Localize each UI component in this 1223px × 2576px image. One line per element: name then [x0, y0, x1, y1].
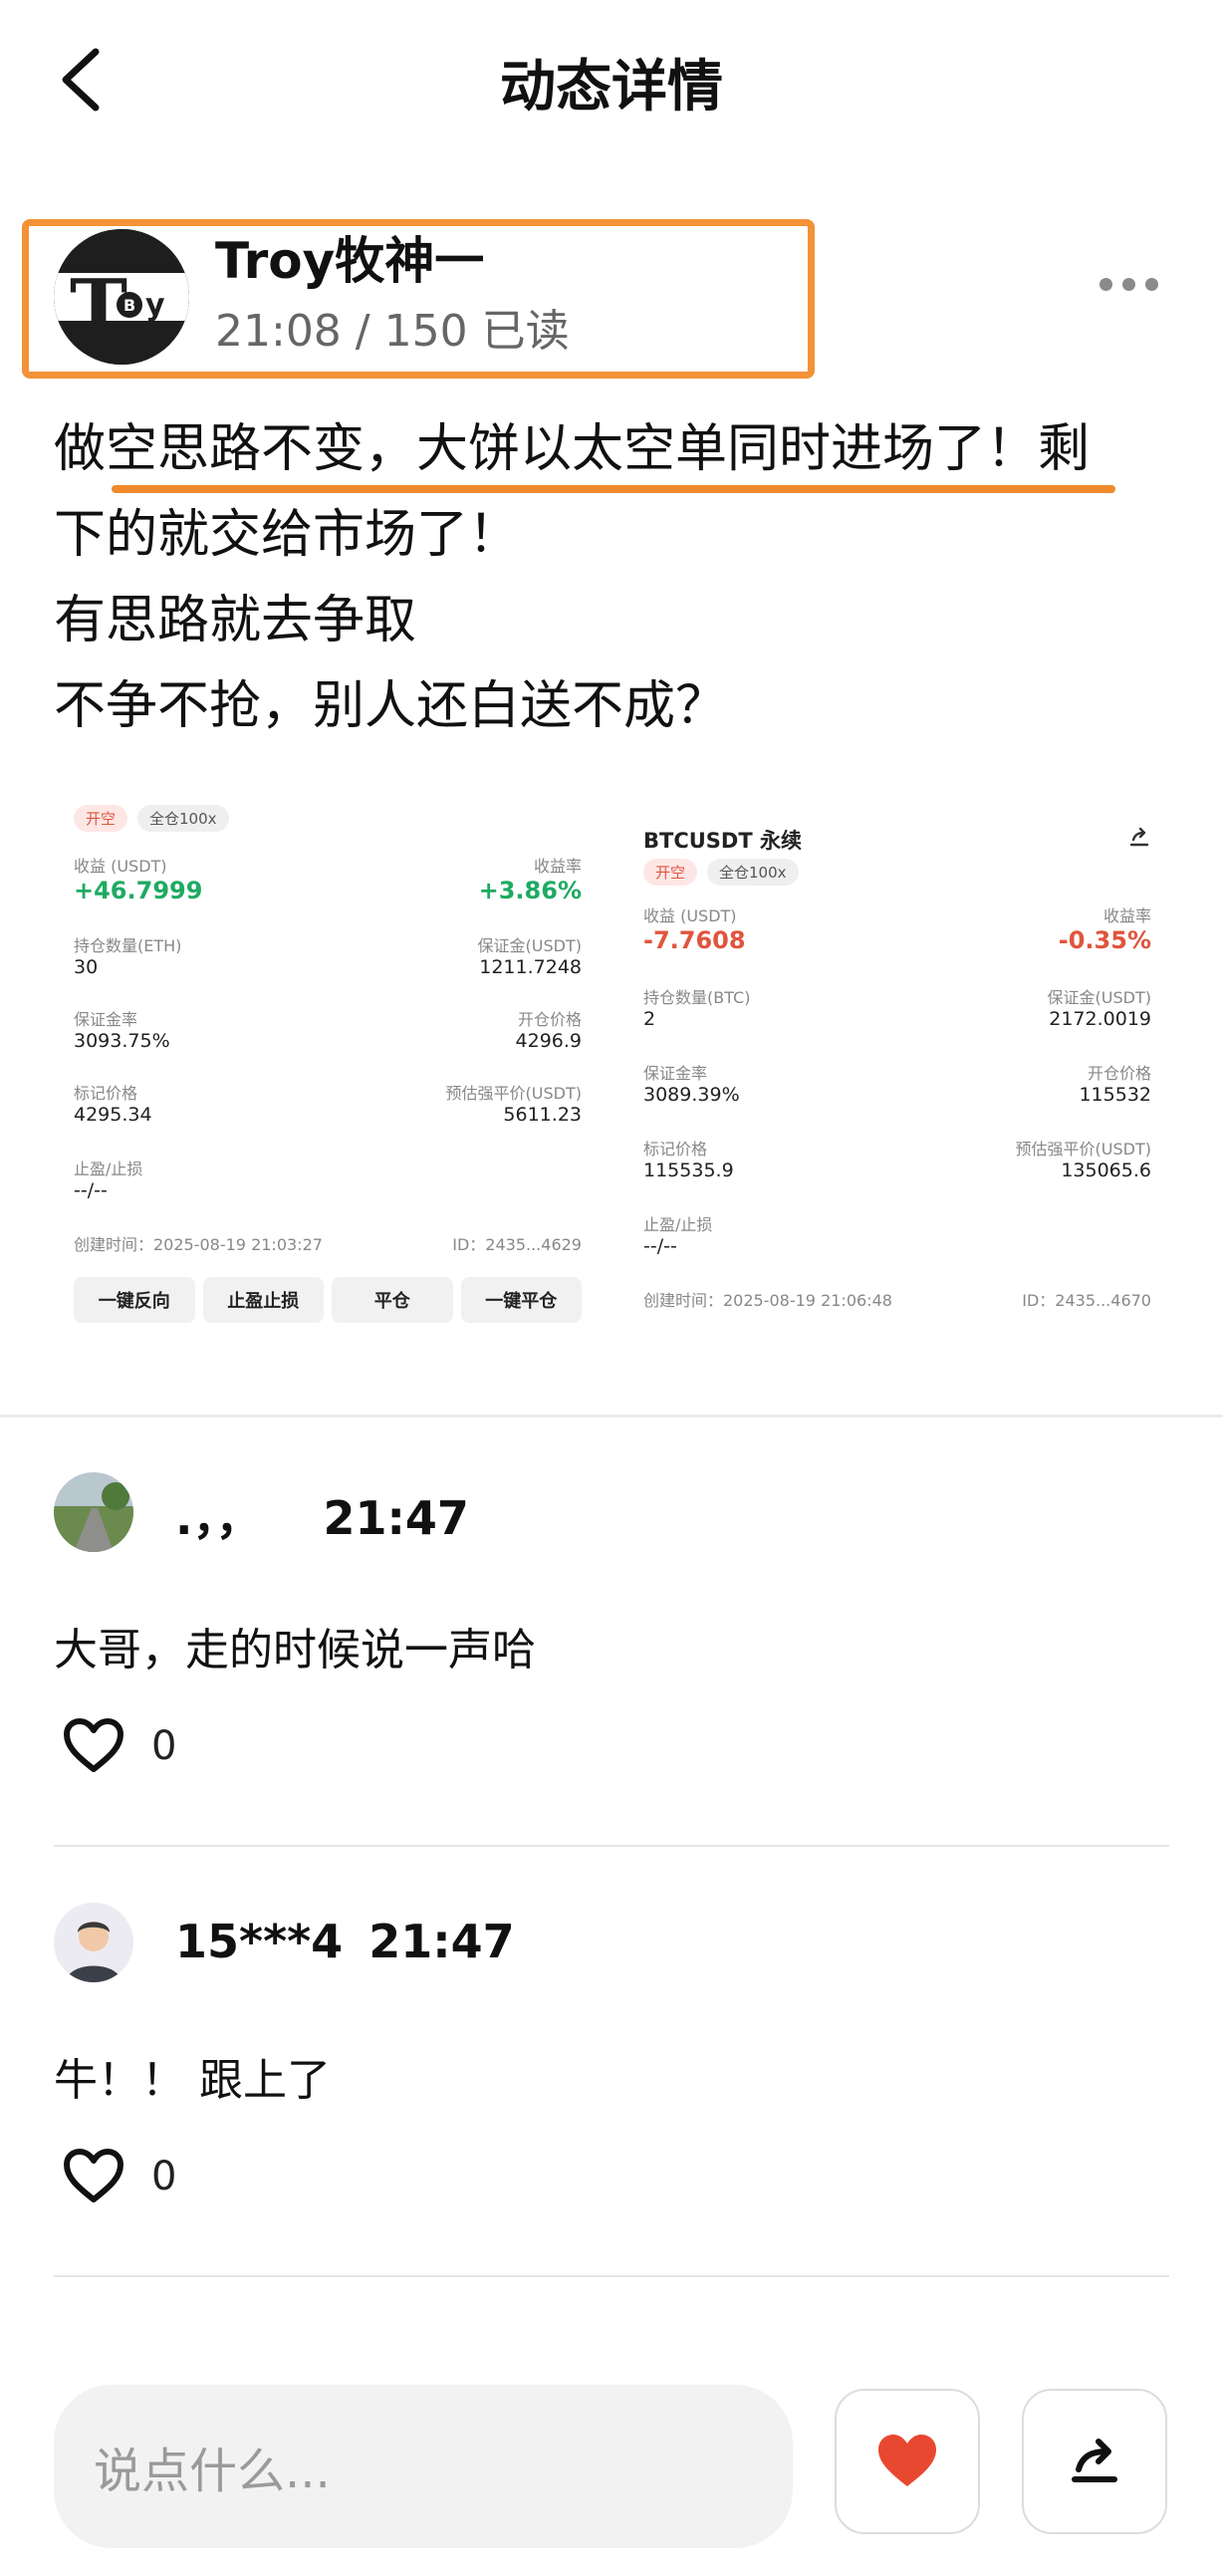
heart-outline-icon [64, 2149, 123, 2202]
open-price-value: 4296.9 [515, 1030, 582, 1052]
comment-input[interactable]: 说点什么... [54, 2385, 793, 2548]
liq-price-value: 135065.6 [1061, 1159, 1151, 1181]
roi-value: -0.35% [1058, 926, 1151, 954]
margin-value: 1211.7248 [479, 956, 582, 978]
margin-label: 保证金(USDT) [1047, 988, 1151, 1007]
qty-label: 持仓数量(ETH) [74, 936, 182, 955]
post-meta: 21:08 / 150 已读 [215, 306, 570, 357]
comment-like-button[interactable]: 0 [62, 2148, 176, 2205]
roi-label: 收益率 [1102, 906, 1151, 925]
tpsl-label: 止盈/止损 [643, 1215, 713, 1234]
comment-author-name: .，， [175, 1491, 262, 1545]
like-count: 0 [151, 2154, 177, 2199]
tpsl-label: 止盈/止损 [74, 1159, 143, 1178]
share-post-button[interactable] [1022, 2389, 1167, 2534]
pnl-label: 收益 (USDT) [643, 906, 737, 925]
share-icon [1072, 2439, 1117, 2482]
liq-price-value: 5611.23 [503, 1104, 582, 1126]
svg-text:B: B [123, 296, 135, 315]
roi-value: +3.86% [478, 877, 582, 904]
position-screenshot-btc[interactable]: BTCUSDT 永续 开空 全仓100x 收益 (USDT) -7.7608 收… [623, 785, 1171, 1343]
mark-price-value: 115535.9 [643, 1159, 734, 1181]
heart-filled-icon [878, 2435, 936, 2486]
heart-outline-icon [64, 1718, 123, 1772]
post-line: 不争不抢，别人还白送不成？ [54, 676, 728, 736]
comment-divider [54, 1845, 1169, 1847]
author-avatar[interactable]: T B y [54, 229, 189, 365]
created-time: 创建时间：2025-08-19 21:06:48 [643, 1291, 892, 1310]
mark-price-value: 4295.34 [74, 1104, 152, 1126]
comment-time: 21:47 [368, 1915, 515, 1968]
close-position-button[interactable]: 平仓 [332, 1277, 453, 1323]
position-id: ID：2435...4670 [1022, 1291, 1151, 1310]
qty-value: 2 [643, 1008, 656, 1030]
open-price-label: 开仓价格 [1087, 1064, 1151, 1083]
tpsl-value: --/-- [643, 1235, 677, 1257]
comment-author-name: 15***4 [175, 1915, 344, 1968]
position-screenshot-eth[interactable]: 开空 全仓100x 收益 (USDT) +46.7999 收益率 +3.86% … [54, 785, 602, 1343]
position-id: ID：2435...4629 [452, 1235, 582, 1254]
troy-logo-icon: T B y [54, 229, 189, 365]
roi-label: 收益率 [533, 857, 582, 876]
liq-price-label: 预估强平价(USDT) [445, 1084, 582, 1103]
tpsl-button[interactable]: 止盈止损 [202, 1277, 324, 1323]
road-photo-avatar [54, 1472, 133, 1552]
comment-avatar[interactable] [54, 1903, 133, 1982]
margin-label: 保证金(USDT) [477, 936, 582, 955]
comment-text: 牛！！ 跟上了 [54, 2055, 331, 2106]
pnl-value: -7.7608 [643, 926, 746, 954]
post-content: 做空思路不变，大饼以太空单同时进场了！剩 下的就交给市场了！ 有思路就去争取 不… [54, 406, 1179, 749]
more-options-button[interactable] [1100, 269, 1171, 299]
comment-text: 大哥，走的时候说一声哈 [54, 1625, 536, 1675]
ratio-label: 保证金率 [643, 1064, 708, 1083]
margin-value: 2172.0019 [1049, 1008, 1151, 1030]
ratio-value: 3093.75% [74, 1030, 170, 1052]
open-price-value: 115532 [1079, 1084, 1151, 1106]
reverse-button[interactable]: 一键反向 [74, 1277, 195, 1323]
mark-price-label: 标记价格 [643, 1140, 708, 1159]
comment-time: 21:47 [323, 1491, 469, 1545]
dot-icon [1122, 277, 1135, 291]
close-all-button[interactable]: 一键平仓 [460, 1277, 582, 1323]
section-divider [0, 1415, 1223, 1417]
open-price-label: 开仓价格 [517, 1010, 582, 1029]
mark-price-label: 标记价格 [74, 1084, 138, 1103]
qty-value: 30 [74, 956, 99, 978]
comment-author[interactable]: 15***4 21:47 [175, 1915, 515, 1968]
liq-price-label: 预估强平价(USDT) [1015, 1140, 1151, 1159]
tag-leverage: 全仓100x [707, 859, 799, 886]
comment-input-placeholder: 说点什么... [94, 2444, 331, 2499]
tag-leverage: 全仓100x [137, 805, 229, 832]
qty-label: 持仓数量(BTC) [643, 988, 751, 1007]
dot-icon [1100, 277, 1112, 291]
post-line: 有思路就去争取 [54, 591, 417, 650]
pnl-value: +46.7999 [74, 877, 203, 904]
comment-author[interactable]: .，， 21:47 [175, 1482, 469, 1548]
comment-avatar[interactable] [54, 1472, 133, 1552]
dot-icon [1145, 277, 1158, 291]
comment-like-button[interactable]: 0 [62, 1717, 176, 1775]
share-icon [1129, 827, 1149, 847]
comment-divider [54, 2275, 1169, 2277]
underline-annotation [112, 485, 1115, 493]
created-time: 创建时间：2025-08-19 21:03:27 [74, 1235, 323, 1254]
tpsl-value: --/-- [74, 1179, 108, 1201]
like-count: 0 [151, 1723, 177, 1769]
person-avatar [54, 1903, 133, 1982]
svg-text:y: y [145, 288, 165, 323]
tag-open-short: 开空 [74, 805, 128, 832]
post-line: 下的就交给市场了！ [54, 505, 521, 565]
ratio-label: 保证金率 [74, 1010, 138, 1029]
ratio-value: 3089.39% [643, 1084, 740, 1106]
author-name[interactable]: Troy牧神一 [215, 221, 484, 293]
page-title: 动态详情 [500, 55, 723, 120]
post-line: 做空思路不变，大饼以太空单同时进场了！剩 [54, 419, 1091, 479]
pnl-label: 收益 (USDT) [74, 857, 167, 876]
symbol-title: BTCUSDT 永续 [643, 829, 802, 853]
like-post-button[interactable] [835, 2389, 980, 2534]
tag-open-short: 开空 [643, 859, 698, 886]
